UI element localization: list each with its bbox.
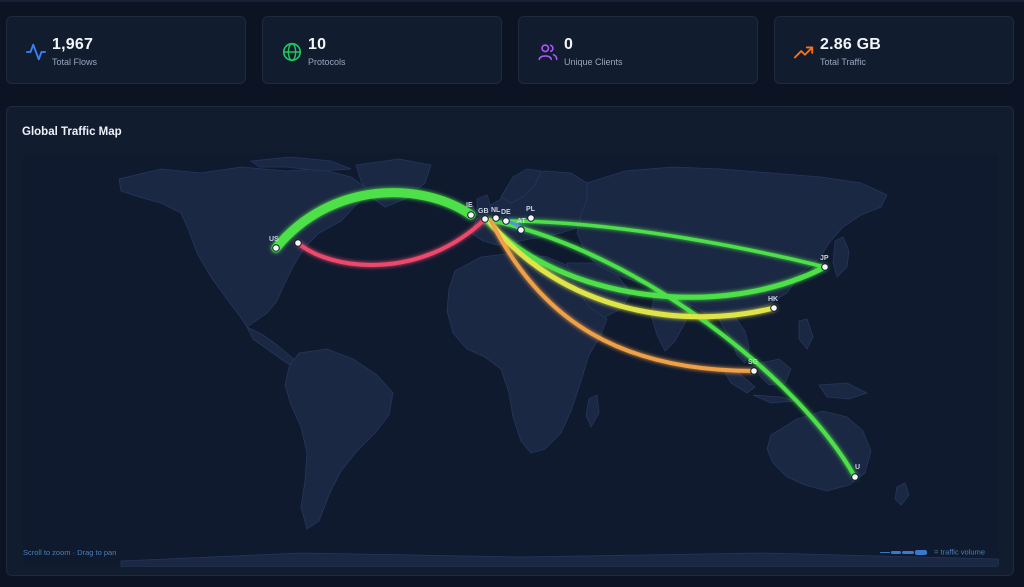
world-map[interactable]: US IE GB NL DE PL AT JP HK SG U	[23, 153, 999, 567]
svg-text:IE: IE	[466, 202, 473, 209]
activity-icon	[25, 43, 47, 61]
svg-text:HK: HK	[768, 296, 778, 303]
svg-text:NL: NL	[491, 207, 501, 214]
globe-icon	[282, 42, 302, 62]
map-hint: Scroll to zoom · Drag to pan	[23, 548, 117, 557]
world-map-svg[interactable]: US IE GB NL DE PL AT JP HK SG U	[23, 153, 999, 567]
svg-text:AT: AT	[517, 218, 527, 225]
global-traffic-map-panel: Global Traffic Map US IE GB NL DE PL AT …	[6, 106, 1014, 576]
stat-value: 0	[564, 36, 574, 53]
stat-value: 1,967	[52, 36, 94, 53]
svg-text:U: U	[855, 464, 860, 471]
svg-text:JP: JP	[820, 255, 829, 262]
stat-label: Unique Clients	[564, 57, 623, 67]
stat-label: Protocols	[308, 57, 346, 67]
legend-label: = traffic volume	[934, 547, 985, 557]
users-icon	[538, 44, 558, 61]
stat-label: Total Flows	[52, 57, 98, 67]
stats-row: 1,967 Total Flows 10 Protocols 0 Unique …	[6, 16, 1014, 84]
svg-text:PL: PL	[526, 206, 536, 213]
traffic-legend: = traffic volume	[879, 547, 985, 557]
stat-label: Total Traffic	[820, 57, 866, 67]
stat-value: 2.86 GB	[820, 36, 881, 53]
panel-title: Global Traffic Map	[22, 126, 122, 138]
stat-card-total-flows: 1,967 Total Flows	[6, 16, 246, 84]
stat-card-unique-clients: 0 Unique Clients	[518, 16, 758, 84]
trending-up-icon	[793, 46, 814, 59]
stat-card-protocols: 10 Protocols	[262, 16, 502, 84]
svg-text:DE: DE	[501, 209, 511, 216]
stat-card-total-traffic: 2.86 GB Total Traffic	[774, 16, 1014, 84]
svg-text:SG: SG	[748, 359, 759, 366]
top-border	[0, 0, 1024, 2]
node-us-2[interactable]	[294, 239, 302, 247]
svg-text:GB: GB	[478, 208, 489, 215]
legend-volume-bars	[879, 548, 928, 557]
stat-value: 10	[308, 36, 327, 53]
svg-text:US: US	[269, 236, 279, 243]
